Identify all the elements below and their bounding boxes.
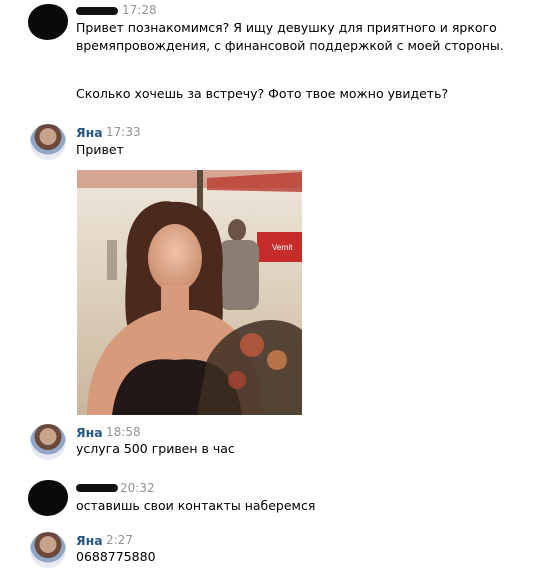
message-time: 20:32 (120, 481, 155, 495)
message-text: услуга 500 гривен в час (76, 441, 235, 456)
message-time: 17:33 (106, 125, 141, 139)
avatar-yana[interactable] (30, 124, 66, 160)
message-text: Сколько хочешь за встречу? Фото твое мож… (76, 86, 449, 101)
photo-attachment[interactable]: Vernit (77, 170, 302, 415)
sender-name[interactable]: Яна (76, 425, 103, 440)
avatar-redacted[interactable] (28, 480, 68, 516)
message-text: Привет (76, 142, 124, 157)
message-text: 0688775880 (76, 549, 156, 564)
sender-name-redacted[interactable] (76, 7, 118, 15)
sender-name[interactable]: Яна (76, 125, 103, 140)
avatar-redacted[interactable] (28, 4, 68, 40)
message-time: 17:28 (122, 3, 157, 17)
photo-sign-text: Vernit (272, 243, 293, 252)
photo-image: Vernit (77, 170, 302, 415)
message-text: Привет познакомимся? Я ищу девушку для п… (76, 20, 504, 53)
message-time: 18:58 (106, 425, 141, 439)
sender-name-redacted[interactable] (76, 484, 118, 492)
message-text: оставишь свои контакты наберемся (76, 498, 316, 513)
sender-name[interactable]: Яна (76, 533, 103, 548)
avatar-yana[interactable] (30, 532, 66, 568)
avatar-yana[interactable] (30, 424, 66, 460)
message-time: 2:27 (106, 533, 133, 547)
